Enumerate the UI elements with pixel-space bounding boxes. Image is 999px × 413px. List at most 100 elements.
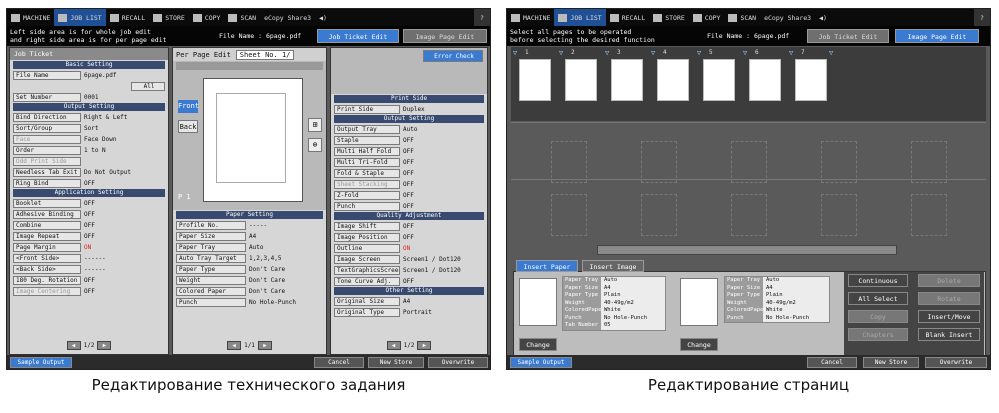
page-thumbnail[interactable] bbox=[565, 59, 597, 101]
page-scrollbar[interactable] bbox=[597, 245, 897, 255]
page-thumbnail[interactable] bbox=[611, 59, 643, 101]
setting-button[interactable]: Sort/Group bbox=[13, 123, 81, 133]
ecopy-tab[interactable]: eCopy Share3 bbox=[260, 9, 315, 26]
page-thumbnail[interactable] bbox=[749, 59, 781, 101]
setting-button[interactable]: Page Margin bbox=[13, 242, 81, 252]
recall-tab[interactable]: RECALL bbox=[606, 9, 649, 26]
sample-output-button[interactable]: Sample Output bbox=[10, 357, 72, 368]
tab-insert-paper[interactable]: Insert Paper bbox=[516, 260, 578, 272]
setting-button[interactable]: <Front Side> bbox=[13, 253, 81, 263]
help-button[interactable]: ? bbox=[474, 9, 490, 26]
sample-output-button[interactable]: Sample Output bbox=[510, 357, 572, 368]
recall-tab[interactable]: RECALL bbox=[106, 9, 149, 26]
setting-button[interactable]: Z-Fold bbox=[334, 190, 400, 200]
setting-button[interactable]: Image Shift bbox=[334, 221, 400, 231]
setting-button[interactable]: Original Size bbox=[334, 296, 400, 306]
setting-button[interactable]: Original Type bbox=[334, 307, 400, 317]
delete-button[interactable]: Delete bbox=[918, 274, 980, 287]
setting-button[interactable]: Needless Tab Exit bbox=[13, 167, 81, 177]
error-check-button[interactable]: Error Check bbox=[423, 50, 483, 62]
cancel-button[interactable]: Cancel bbox=[807, 357, 857, 368]
insert-marker-icon[interactable]: ▽ bbox=[605, 49, 609, 57]
tab-job-ticket-edit[interactable]: Job Ticket Edit bbox=[317, 29, 399, 43]
setting-button[interactable]: Order bbox=[13, 145, 81, 155]
rotate-button[interactable]: Rotate bbox=[918, 292, 980, 305]
all-select-button[interactable]: All Select bbox=[848, 292, 908, 305]
job-list-tab[interactable]: JOB LIST bbox=[54, 9, 106, 26]
cancel-button[interactable]: Cancel bbox=[314, 357, 364, 368]
copy-tab[interactable]: COPY bbox=[689, 9, 725, 26]
setting-button[interactable]: Punch bbox=[176, 297, 246, 307]
insert-marker-icon[interactable]: ▽ bbox=[743, 49, 747, 57]
tab-insert-image[interactable]: Insert Image bbox=[582, 260, 644, 272]
setting-button[interactable]: Multi Tri-Fold bbox=[334, 157, 400, 167]
fit-icon[interactable]: ⊞ bbox=[308, 118, 322, 132]
setting-button[interactable]: <Back Side> bbox=[13, 264, 81, 274]
setting-button[interactable]: Weight bbox=[176, 275, 246, 285]
setting-button[interactable]: Sheet Stacking bbox=[334, 179, 400, 189]
setting-button[interactable]: Bind Direction bbox=[13, 112, 81, 122]
overwrite-button[interactable]: Overwrite bbox=[428, 357, 488, 368]
volume-button[interactable]: ◀) bbox=[315, 9, 331, 26]
setting-button[interactable]: Paper Type bbox=[176, 264, 246, 274]
blank-insert-button[interactable]: Blank Insert bbox=[918, 328, 980, 341]
page-thumbnail[interactable] bbox=[657, 59, 689, 101]
setting-button[interactable]: Punch bbox=[334, 201, 400, 211]
sheet-slider[interactable] bbox=[176, 62, 323, 70]
prev-page-button[interactable]: ◀ bbox=[386, 341, 401, 350]
zoom-icon[interactable]: ⊕ bbox=[308, 138, 322, 152]
setting-button[interactable]: Colored Paper bbox=[176, 286, 246, 296]
setting-button[interactable]: Combine bbox=[13, 220, 81, 230]
insert-marker-icon[interactable]: ▽ bbox=[559, 49, 563, 57]
next-page-button[interactable]: ▶ bbox=[257, 341, 272, 350]
setting-button[interactable]: Tone Curve Adj. bbox=[334, 276, 400, 286]
next-page-button[interactable]: ▶ bbox=[417, 341, 432, 350]
volume-button[interactable]: ◀) bbox=[815, 9, 831, 26]
insert-marker-icon[interactable]: ▽ bbox=[789, 49, 793, 57]
setting-button[interactable]: Auto Tray Target bbox=[176, 253, 246, 263]
ecopy-tab[interactable]: eCopy Share3 bbox=[760, 9, 815, 26]
back-button[interactable]: Back bbox=[178, 120, 198, 133]
setting-button[interactable]: TextGraphicsScreen bbox=[334, 265, 400, 275]
prev-page-button[interactable]: ◀ bbox=[66, 341, 81, 350]
prev-page-button[interactable]: ◀ bbox=[227, 341, 242, 350]
tab-image-page-edit[interactable]: Image Page Edit bbox=[403, 29, 487, 43]
page-thumbnail[interactable] bbox=[795, 59, 827, 101]
file-name-button[interactable]: File Name bbox=[13, 70, 81, 80]
help-button[interactable]: ? bbox=[974, 9, 990, 26]
store-tab[interactable]: STORE bbox=[649, 9, 689, 26]
setting-button[interactable]: Output Tray bbox=[334, 124, 400, 134]
sheet-no-field[interactable]: Sheet No. 1/ bbox=[235, 49, 295, 60]
insert-move-button[interactable]: Insert/Move bbox=[918, 310, 980, 323]
setting-button[interactable]: Image Repeat bbox=[13, 231, 81, 241]
setting-button[interactable]: Outline bbox=[334, 243, 400, 253]
set-number-button[interactable]: Set Number bbox=[13, 92, 81, 102]
setting-button[interactable]: Profile No. bbox=[176, 220, 246, 230]
continuous-button[interactable]: Continuous bbox=[848, 274, 908, 287]
setting-button[interactable]: Multi Half Fold bbox=[334, 146, 400, 156]
insert-marker-icon[interactable]: ▽ bbox=[513, 49, 517, 57]
setting-button[interactable]: Image Position bbox=[334, 232, 400, 242]
new-store-button[interactable]: New Store bbox=[368, 357, 424, 368]
store-tab[interactable]: STORE bbox=[149, 9, 189, 26]
job-list-tab[interactable]: JOB LIST bbox=[554, 9, 606, 26]
setting-button[interactable]: Image Centering bbox=[13, 286, 81, 296]
setting-button[interactable]: Paper Tray bbox=[176, 242, 246, 252]
machine-tab[interactable]: MACHINE bbox=[7, 9, 54, 26]
front-button[interactable]: Front bbox=[178, 100, 199, 113]
all-button[interactable]: All bbox=[131, 81, 165, 91]
setting-button[interactable]: Adhesive Binding bbox=[13, 209, 81, 219]
setting-button[interactable]: Odd Print Side bbox=[13, 156, 81, 166]
insert-marker-icon[interactable]: ▽ bbox=[697, 49, 701, 57]
setting-button[interactable]: Face bbox=[13, 134, 81, 144]
page-thumbnail[interactable] bbox=[703, 59, 735, 101]
change-button[interactable]: Change bbox=[519, 338, 557, 351]
chapters-button[interactable]: Chapters bbox=[848, 328, 908, 341]
scan-tab[interactable]: SCAN bbox=[224, 9, 260, 26]
print-side-button[interactable]: Print Side bbox=[334, 104, 400, 114]
insert-marker-icon[interactable]: ▽ bbox=[651, 49, 655, 57]
next-page-button[interactable]: ▶ bbox=[97, 341, 112, 350]
setting-button[interactable]: Fold & Staple bbox=[334, 168, 400, 178]
insert-marker-icon[interactable]: ▽ bbox=[829, 49, 833, 57]
scan-tab[interactable]: SCAN bbox=[724, 9, 760, 26]
